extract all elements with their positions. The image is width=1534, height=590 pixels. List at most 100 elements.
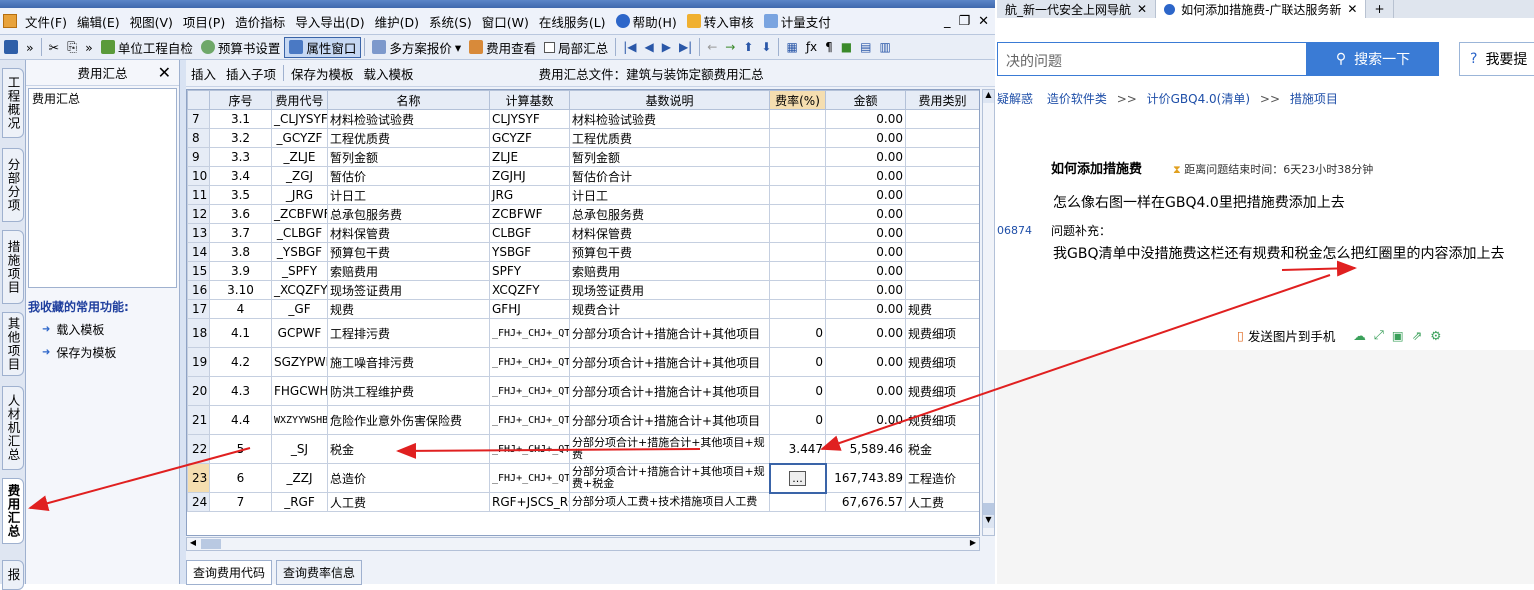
- cell-seq[interactable]: 3.5: [209, 185, 272, 205]
- grid-icon[interactable]: ▥: [875, 40, 894, 54]
- cell-base[interactable]: SPFY: [489, 261, 570, 281]
- right-arrow-icon[interactable]: →: [721, 40, 739, 54]
- cell-category[interactable]: [905, 204, 979, 224]
- cell-desc[interactable]: 分部分项合计+措施合计+其他项目: [569, 318, 770, 348]
- cell-amount[interactable]: 67,676.57: [825, 492, 906, 512]
- cell-name[interactable]: 材料检验试验费: [327, 109, 490, 129]
- cell-code[interactable]: _GCYZF: [271, 128, 328, 148]
- tree-item-fee-summary[interactable]: 费用汇总: [32, 90, 173, 107]
- cell-rate[interactable]: [769, 185, 826, 205]
- left-arrow-icon[interactable]: ←: [703, 40, 721, 54]
- cell-seq[interactable]: 3.3: [209, 147, 272, 167]
- cell-desc[interactable]: 材料检验试验费: [569, 109, 770, 129]
- cell-desc[interactable]: 工程优质费: [569, 128, 770, 148]
- cell-seq[interactable]: 4: [209, 299, 272, 319]
- cell-code[interactable]: _YSBGF: [271, 242, 328, 262]
- table-row[interactable]: 247_RGF人工费RGF+JSCS_RGF分部分项人工费+技术措施项目人工费6…: [187, 492, 979, 512]
- cell-code[interactable]: _RGF: [271, 492, 328, 512]
- cell-amount[interactable]: 0.00: [825, 376, 906, 406]
- menu-import-export[interactable]: 导入导出(D): [290, 12, 369, 31]
- menu-view[interactable]: 视图(V): [125, 12, 178, 31]
- cell-category[interactable]: [905, 261, 979, 281]
- copy-icon[interactable]: ⎘: [63, 37, 81, 58]
- col-header-category[interactable]: 费用类别: [905, 90, 979, 110]
- cell-rate[interactable]: [769, 299, 826, 319]
- cell-code[interactable]: _CLJYSYF: [271, 109, 328, 129]
- cell-name[interactable]: 人工费: [327, 492, 490, 512]
- table-row[interactable]: 236_ZZJ总造价_FHJ+_CHJ+_QTXM+_GF+_SJ分部分项合计+…: [187, 462, 979, 494]
- crumb-faq[interactable]: 疑解惑: [997, 92, 1033, 106]
- close-icon[interactable]: ✕: [978, 14, 989, 29]
- cell-base[interactable]: _FHJ+_CHJ+_QTXM: [489, 405, 570, 435]
- cell-amount[interactable]: 0.00: [825, 128, 906, 148]
- cell-desc[interactable]: 计日工: [569, 185, 770, 205]
- table-row[interactable]: 225_SJ税金_FHJ+_CHJ+_QTXM+_GF分部分项合计+措施合计+其…: [187, 434, 979, 464]
- cell-amount[interactable]: 0.00: [825, 405, 906, 435]
- scroll-thumb[interactable]: [983, 503, 994, 515]
- cell-category[interactable]: 人工费: [905, 492, 979, 512]
- col-header-rate[interactable]: 费率(%): [769, 90, 826, 110]
- cell-base[interactable]: ZLJE: [489, 147, 570, 167]
- cell-base[interactable]: GFHJ: [489, 299, 570, 319]
- col-header-amount[interactable]: 金额: [825, 90, 906, 110]
- cell-base[interactable]: CLBGF: [489, 223, 570, 243]
- menu-cost-index[interactable]: 造价指标: [230, 12, 290, 31]
- browser-tab-nav[interactable]: 航_新一代安全上网导航 ✕: [997, 0, 1157, 18]
- cell-desc[interactable]: 暂列金额: [569, 147, 770, 167]
- cell-rate[interactable]: 0: [769, 376, 826, 406]
- cell-name[interactable]: 工程优质费: [327, 128, 490, 148]
- cell-category[interactable]: [905, 223, 979, 243]
- cell-category[interactable]: 规费细项: [905, 405, 979, 435]
- table-row[interactable]: 7 3.1 _CLJYSYF 材料检验试验费 CLJYSYF 材料检验试验费 0.00: [187, 109, 979, 129]
- attr-window-button[interactable]: 属性窗口: [284, 36, 362, 58]
- cell-base[interactable]: XCQZFY: [489, 280, 570, 300]
- vertical-scrollbar[interactable]: ▲ ▼: [982, 89, 995, 536]
- new-tab-icon[interactable]: +: [1366, 0, 1394, 18]
- search-input[interactable]: 决的问题: [997, 42, 1307, 76]
- cell-code[interactable]: _ZZJ: [271, 463, 328, 493]
- tab-fee-summary[interactable]: 费用汇总: [2, 478, 24, 544]
- hscroll-left-icon[interactable]: ◀: [187, 538, 199, 550]
- cell-name[interactable]: 施工噪音排污费: [327, 347, 490, 377]
- cell-name[interactable]: 总造价: [327, 463, 490, 493]
- cell-seq[interactable]: 3.8: [209, 242, 272, 262]
- tab-measure-items[interactable]: 措施项目: [2, 230, 24, 304]
- cell-name[interactable]: 规费: [327, 299, 490, 319]
- cell-rate[interactable]: 3.447: [769, 434, 826, 464]
- cell-rate[interactable]: 0: [769, 347, 826, 377]
- col-header-code[interactable]: 费用代号: [271, 90, 328, 110]
- cell-rate[interactable]: [769, 242, 826, 262]
- minimize-icon[interactable]: _: [944, 14, 951, 29]
- cell-base[interactable]: _FHJ+_CHJ+_QTXM: [489, 318, 570, 348]
- cell-desc[interactable]: 总承包服务费: [569, 204, 770, 224]
- cell-seq[interactable]: 3.2: [209, 128, 272, 148]
- fav-load-template[interactable]: ➜ 载入模板: [42, 321, 179, 338]
- cell-code[interactable]: FHGCWHF: [271, 376, 328, 406]
- cell-amount[interactable]: 0.00: [825, 261, 906, 281]
- cell-code[interactable]: _GF: [271, 299, 328, 319]
- cell-name[interactable]: 预算包干费: [327, 242, 490, 262]
- cell-seq[interactable]: 5: [209, 434, 272, 464]
- cell-seq[interactable]: 3.4: [209, 166, 272, 186]
- cell-name[interactable]: 危险作业意外伤害保险费: [327, 405, 490, 435]
- crumb-gbq[interactable]: 计价GBQ4.0(清单): [1147, 92, 1250, 106]
- menu-help[interactable]: 帮助(H): [611, 12, 682, 31]
- cell-rate[interactable]: [769, 261, 826, 281]
- cell-seq[interactable]: 4.2: [209, 347, 272, 377]
- crumb-software[interactable]: 造价软件类: [1047, 92, 1107, 106]
- tab-other-items[interactable]: 其他项目: [2, 312, 24, 376]
- tab-labor-material-summary[interactable]: 人材机汇总: [2, 386, 24, 470]
- table-row[interactable]: 9 3.3 _ZLJE 暂列金额 ZLJE 暂列金额 0.00: [187, 147, 979, 167]
- cell-amount[interactable]: 167,743.89: [825, 463, 906, 493]
- cell-code[interactable]: _ZLJE: [271, 147, 328, 167]
- cloud-icon[interactable]: ☁: [1353, 328, 1366, 343]
- prev-icon[interactable]: ◀: [640, 40, 657, 54]
- hscroll-right-icon[interactable]: ▶: [967, 538, 979, 550]
- crumb-measure[interactable]: 措施项目: [1290, 92, 1338, 106]
- fav-save-template[interactable]: ➜ 保存为模板: [42, 344, 179, 361]
- cube-icon[interactable]: ■: [837, 40, 856, 54]
- table-row[interactable]: 214.4WXZYYWSHBXF危险作业意外伤害保险费_FHJ+_CHJ+_QT…: [187, 405, 979, 435]
- cell-name[interactable]: 现场签证费用: [327, 280, 490, 300]
- search-button[interactable]: ⚲ 搜索一下: [1307, 42, 1439, 76]
- cell-amount[interactable]: 5,589.46: [825, 434, 906, 464]
